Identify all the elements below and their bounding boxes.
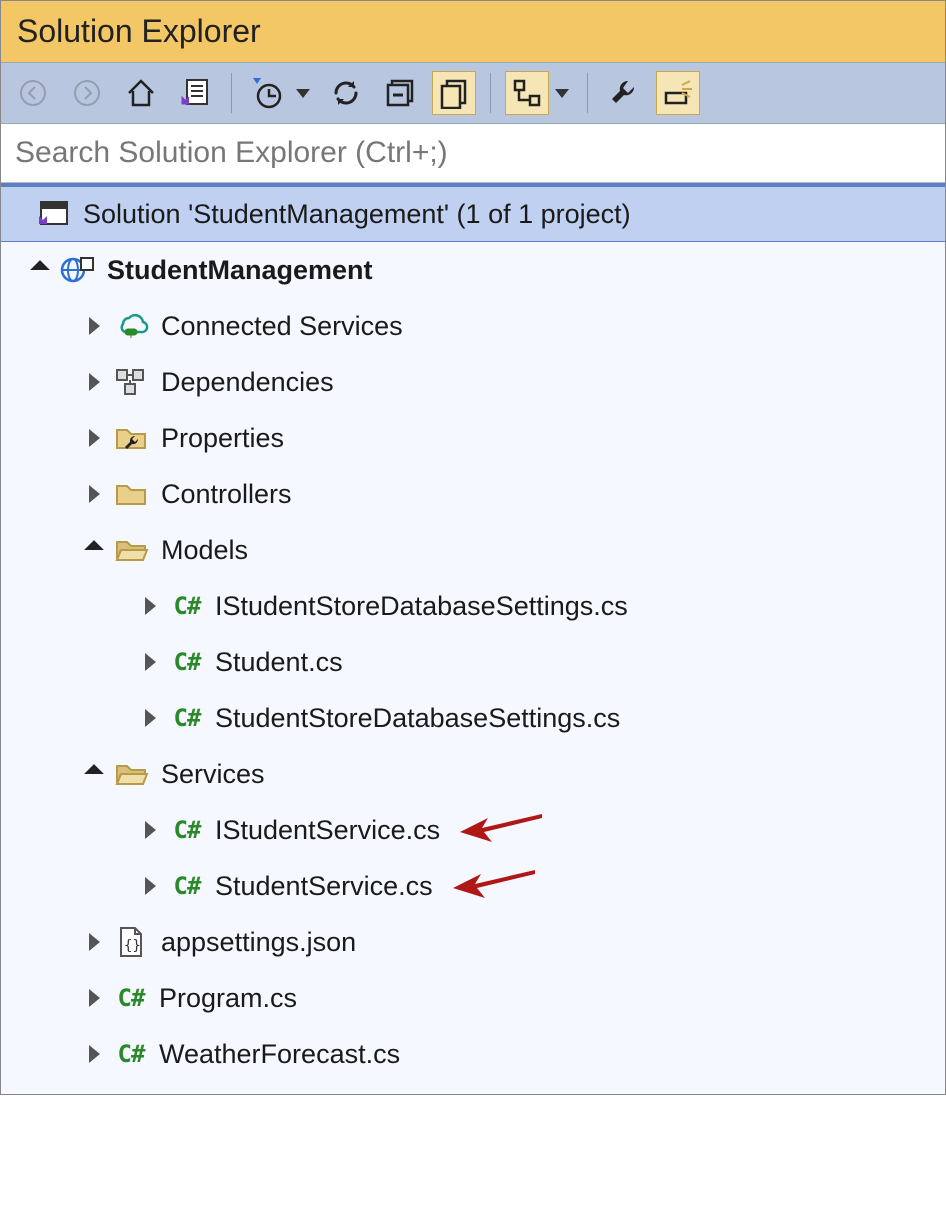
- solution-explorer-panel: Solution Explorer: [0, 0, 946, 1095]
- csharp-file-icon: C#: [113, 1040, 149, 1068]
- expander-closed-icon[interactable]: [81, 1041, 107, 1067]
- expander-closed-icon[interactable]: [81, 369, 107, 395]
- node-label: Controllers: [161, 479, 292, 510]
- arrow-right-circle-icon: [72, 78, 102, 108]
- file-label: StudentStoreDatabaseSettings.cs: [215, 703, 620, 734]
- project-node[interactable]: StudentManagement: [1, 242, 945, 298]
- sync-button[interactable]: [324, 71, 368, 115]
- expander-closed-icon[interactable]: [81, 985, 107, 1011]
- nav-forward-button[interactable]: [65, 71, 109, 115]
- expander-closed-icon[interactable]: [137, 593, 163, 619]
- refresh-icon: [330, 77, 362, 109]
- json-file-icon: {}: [113, 924, 149, 960]
- nav-back-button[interactable]: [11, 71, 55, 115]
- hierarchy-icon: [511, 77, 543, 109]
- hierarchy-button[interactable]: [505, 71, 549, 115]
- collapse-all-button[interactable]: [378, 71, 422, 115]
- annotation-arrow-icon: [447, 864, 537, 908]
- annotation-arrow-icon: [454, 808, 544, 852]
- dropdown-caret-icon[interactable]: [555, 89, 569, 98]
- expander-open-icon[interactable]: [81, 761, 107, 787]
- expander-closed-icon[interactable]: [81, 481, 107, 507]
- toolbar-separator: [231, 73, 232, 113]
- models-folder-node[interactable]: Models: [1, 522, 945, 578]
- csharp-file-icon: C#: [169, 872, 205, 900]
- file-label: appsettings.json: [161, 927, 356, 958]
- file-label: IStudentStoreDatabaseSettings.cs: [215, 591, 628, 622]
- vs-document-icon: [179, 77, 211, 109]
- toolbar-separator: [490, 73, 491, 113]
- node-label: Properties: [161, 423, 284, 454]
- file-label: Student.cs: [215, 647, 343, 678]
- expander-open-icon[interactable]: [27, 257, 53, 283]
- file-node[interactable]: C# IStudentService.cs: [1, 802, 945, 858]
- file-label: Program.cs: [159, 983, 297, 1014]
- folder-open-icon: [113, 532, 149, 568]
- cloud-plug-icon: [113, 308, 149, 344]
- toolbar-separator: [587, 73, 588, 113]
- solution-icon: [35, 196, 71, 232]
- file-node[interactable]: C# StudentService.cs: [1, 858, 945, 914]
- switch-views-button[interactable]: [173, 71, 217, 115]
- csharp-file-icon: C#: [169, 648, 205, 676]
- node-label: Dependencies: [161, 367, 334, 398]
- web-project-icon: [59, 252, 95, 288]
- expander-closed-icon[interactable]: [81, 313, 107, 339]
- expander-closed-icon[interactable]: [81, 929, 107, 955]
- clock-filter-icon: [251, 76, 285, 110]
- file-node[interactable]: {} appsettings.json: [1, 914, 945, 970]
- services-folder-node[interactable]: Services: [1, 746, 945, 802]
- node-label: Models: [161, 535, 248, 566]
- controllers-folder-node[interactable]: Controllers: [1, 466, 945, 522]
- toolbar: [1, 62, 945, 124]
- project-label: StudentManagement: [107, 255, 373, 286]
- solution-label: Solution 'StudentManagement' (1 of 1 pro…: [83, 199, 631, 230]
- csharp-file-icon: C#: [169, 816, 205, 844]
- solution-node[interactable]: Solution 'StudentManagement' (1 of 1 pro…: [1, 186, 945, 242]
- dependencies-icon: [113, 364, 149, 400]
- svg-text:{}: {}: [124, 938, 141, 954]
- home-button[interactable]: [119, 71, 163, 115]
- csharp-file-icon: C#: [169, 592, 205, 620]
- folder-open-icon: [113, 756, 149, 792]
- expander-closed-icon[interactable]: [81, 425, 107, 451]
- panel-title: Solution Explorer: [1, 1, 945, 62]
- collapse-icon: [384, 77, 416, 109]
- folder-wrench-icon: [113, 420, 149, 456]
- node-label: Connected Services: [161, 311, 403, 342]
- file-node[interactable]: C# StudentStoreDatabaseSettings.cs: [1, 690, 945, 746]
- expander-closed-icon[interactable]: [137, 817, 163, 843]
- properties-button[interactable]: [602, 71, 646, 115]
- home-icon: [125, 77, 157, 109]
- files-icon: [438, 77, 470, 109]
- file-node[interactable]: C# Student.cs: [1, 634, 945, 690]
- preview-button[interactable]: [656, 71, 700, 115]
- pending-changes-filter-button[interactable]: [246, 71, 290, 115]
- csharp-file-icon: C#: [169, 704, 205, 732]
- node-label: Services: [161, 759, 265, 790]
- properties-node[interactable]: Properties: [1, 410, 945, 466]
- file-label: IStudentService.cs: [215, 815, 440, 846]
- wrench-icon: [608, 77, 640, 109]
- connected-services-node[interactable]: Connected Services: [1, 298, 945, 354]
- expander-closed-icon[interactable]: [137, 873, 163, 899]
- show-all-files-button[interactable]: [432, 71, 476, 115]
- file-label: StudentService.cs: [215, 871, 433, 902]
- file-node[interactable]: C# IStudentStoreDatabaseSettings.cs: [1, 578, 945, 634]
- file-label: WeatherForecast.cs: [159, 1039, 400, 1070]
- expander-open-icon[interactable]: [81, 537, 107, 563]
- search-input[interactable]: Search Solution Explorer (Ctrl+;): [1, 124, 945, 183]
- folder-icon: [113, 476, 149, 512]
- file-node[interactable]: C# WeatherForecast.cs: [1, 1026, 945, 1082]
- expander-closed-icon[interactable]: [137, 705, 163, 731]
- csharp-file-icon: C#: [113, 984, 149, 1012]
- dependencies-node[interactable]: Dependencies: [1, 354, 945, 410]
- arrow-left-circle-icon: [18, 78, 48, 108]
- expander-closed-icon[interactable]: [137, 649, 163, 675]
- dropdown-caret-icon[interactable]: [296, 89, 310, 98]
- solution-tree: Solution 'StudentManagement' (1 of 1 pro…: [1, 183, 945, 1094]
- file-node[interactable]: C# Program.cs: [1, 970, 945, 1026]
- preview-icon: [662, 77, 694, 109]
